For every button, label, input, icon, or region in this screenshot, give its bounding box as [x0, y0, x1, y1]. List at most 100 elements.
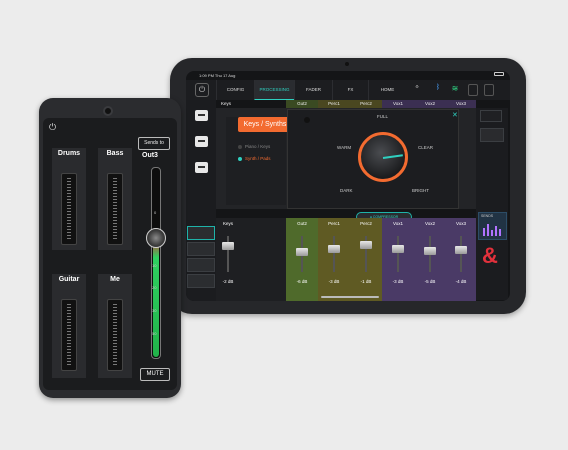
fader-db-value: -4 dB	[455, 279, 467, 284]
fader-name: Gut2	[297, 221, 307, 226]
tab-fx[interactable]: FX	[332, 80, 368, 100]
strip-keys[interactable]: Keys	[216, 100, 236, 108]
fader-channel[interactable]: Vox2 -5 dB	[414, 218, 446, 301]
fader-channel[interactable]: Vox3 -4 dB	[446, 218, 476, 301]
aux-output-name: Out3	[142, 152, 158, 159]
preset-title[interactable]: Keys / Synths	[238, 117, 292, 132]
fader-cap[interactable]	[424, 247, 436, 256]
tab-config[interactable]: CONFIG	[216, 80, 254, 100]
knob-label-dark: DARK	[340, 188, 353, 193]
tone-knob-panel: ✕ FULL WARM CLEAR DARK BRIGHT	[287, 109, 459, 209]
fader-channel[interactable]: Perc1 -3 dB	[318, 218, 350, 301]
channel-fader[interactable]	[107, 299, 123, 371]
fader-track[interactable]	[397, 236, 399, 272]
mute-button[interactable]: MUTE	[140, 368, 170, 381]
scale-mark: 10	[152, 263, 157, 268]
layer-thumb-1[interactable]	[187, 226, 215, 240]
tab-home[interactable]: HOME	[368, 80, 406, 100]
bank-icon-2[interactable]	[195, 136, 208, 147]
fader-db-value: -5 dB	[424, 279, 436, 284]
strip-vox3[interactable]: Vox3	[446, 100, 476, 108]
wifi-icon[interactable]: ≋	[450, 84, 460, 96]
channel-label: Drums	[57, 150, 81, 157]
fader-name: Keys	[222, 221, 233, 226]
master-level-fill	[153, 240, 159, 357]
strip-perc1[interactable]: Perc1	[318, 100, 350, 108]
close-icon[interactable]: ✕	[452, 111, 458, 119]
fader-cap[interactable]	[392, 244, 404, 253]
layer-thumb-2[interactable]	[187, 242, 215, 256]
layout-icon[interactable]	[484, 84, 494, 96]
fader-channel[interactable]: Perc2 -1 dB	[350, 218, 382, 301]
fader-cap[interactable]	[328, 244, 340, 253]
channel-fader[interactable]	[61, 173, 77, 245]
eq-icon[interactable]	[480, 110, 502, 122]
channel-card-me[interactable]: Me	[98, 274, 132, 378]
preset-item-synth[interactable]: Synth / Pads	[238, 156, 271, 161]
fader-name: Perc2	[360, 221, 372, 226]
fader-cap[interactable]	[455, 245, 467, 254]
fader-channel[interactable]: Keys -2 dB	[216, 218, 240, 301]
strip-gut2[interactable]: Gut2	[286, 100, 318, 108]
fader-track[interactable]	[333, 236, 335, 272]
left-toolbar	[186, 100, 216, 301]
radio-icon	[238, 144, 242, 149]
indicator-dot	[304, 117, 310, 123]
fader-db-value: -3 dB	[392, 279, 404, 284]
channel-label: Bass	[106, 150, 124, 157]
fader-track[interactable]	[460, 236, 462, 272]
channel-fader[interactable]	[107, 173, 123, 245]
strip-vox2[interactable]: Vox2	[414, 100, 446, 108]
battery-icon	[494, 72, 504, 76]
fader-db-value: -2 dB	[222, 279, 234, 284]
channel-card-guitar[interactable]: Guitar	[52, 274, 86, 378]
sends-meter	[487, 224, 489, 236]
preset-item-piano[interactable]: Piano / Keys	[238, 144, 270, 149]
knob-label-full: FULL	[377, 114, 389, 119]
phone-camera	[103, 106, 113, 116]
phone-screen: ⏻ Sends to Out3 Drums Bass Guitar Me 0 5…	[43, 118, 177, 390]
tablet-camera	[345, 62, 349, 66]
keyboard-icon[interactable]	[480, 128, 504, 142]
fader-cap[interactable]	[296, 248, 308, 257]
record-icon[interactable]	[468, 84, 478, 96]
status-bar: 1:09 PM Thu 17 Aug	[186, 71, 510, 78]
fader-name: Vox3	[455, 221, 466, 226]
channel-fader[interactable]	[61, 299, 77, 371]
scale-mark: 50	[152, 331, 157, 336]
bluetooth-icon[interactable]: ᛒ	[434, 84, 442, 96]
sends-meter	[483, 228, 485, 236]
fader-cap[interactable]	[360, 241, 372, 249]
channel-card-bass[interactable]: Bass	[98, 148, 132, 250]
tab-fader[interactable]: FADER	[294, 80, 332, 100]
fader-name: Vox1	[392, 221, 403, 226]
fader-cap[interactable]	[222, 242, 234, 251]
home-indicator	[321, 296, 379, 298]
master-fader-knob[interactable]	[146, 228, 166, 248]
strip-vox1[interactable]: Vox1	[382, 100, 414, 108]
channel-label: Guitar	[58, 276, 80, 283]
bank-icon-1[interactable]	[195, 110, 208, 121]
power-icon[interactable]: ⏻	[49, 122, 59, 132]
fader-channel[interactable]: Vox1 -3 dB	[382, 218, 414, 301]
power-icon[interactable]: ⏻	[195, 83, 209, 97]
sends-to-button[interactable]: Sends to	[138, 137, 170, 150]
top-nav: ⏻ CONFIG PROCESSING FADER FX HOME ⚙ ᛒ ≋	[186, 80, 510, 100]
knob-label-warm: WARM	[337, 145, 352, 150]
strip-perc2[interactable]: Perc2	[350, 100, 382, 108]
preset-item-label: Synth / Pads	[245, 156, 271, 161]
layer-thumb-3[interactable]	[187, 258, 215, 272]
tab-processing[interactable]: PROCESSING	[254, 80, 294, 100]
channel-card-drums[interactable]: Drums	[52, 148, 86, 250]
layer-thumb-4[interactable]	[187, 274, 215, 288]
tablet-screen: 1:09 PM Thu 17 Aug ⏻ CONFIG PROCESSING F…	[186, 71, 510, 301]
settings-icon[interactable]: ⚙	[412, 84, 422, 96]
fader-channel[interactable]: Gut2 -6 dB	[286, 218, 318, 301]
bank-icon-3[interactable]	[195, 162, 208, 173]
scale-mark: 30	[152, 308, 157, 313]
fader-name: Vox2	[424, 221, 435, 226]
knob-label-bright: BRIGHT	[412, 188, 430, 193]
tone-knob[interactable]	[358, 132, 408, 182]
scale-mark: 0	[154, 210, 157, 215]
right-pane	[476, 108, 508, 300]
